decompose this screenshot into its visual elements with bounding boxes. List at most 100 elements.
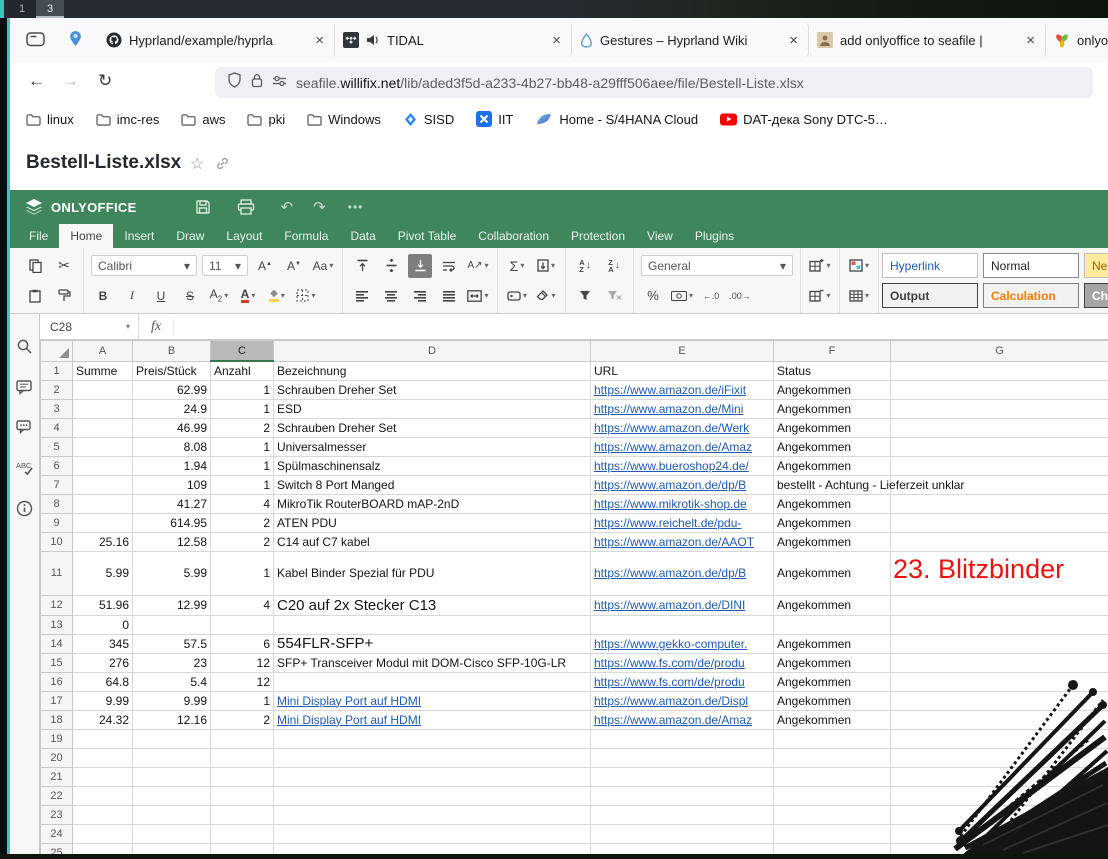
cell-B18[interactable]: 12.16 <box>133 710 211 729</box>
col-header-E[interactable]: E <box>591 341 774 362</box>
row-header-1[interactable]: 1 <box>41 361 73 380</box>
col-header-C[interactable]: C <box>211 341 274 362</box>
cell-C9[interactable]: 2 <box>211 513 274 532</box>
filter-button[interactable] <box>573 284 597 308</box>
cell-B14[interactable]: 57.5 <box>133 634 211 653</box>
cell-D21[interactable] <box>274 767 591 786</box>
font-color-button[interactable]: A▾ <box>236 284 260 308</box>
strikethrough-button[interactable]: S <box>178 284 202 308</box>
cell-B21[interactable] <box>133 767 211 786</box>
row-header-12[interactable]: 12 <box>41 595 73 615</box>
firefox-view-icon[interactable] <box>26 31 45 52</box>
row-header-5[interactable]: 5 <box>41 437 73 456</box>
row-header-9[interactable]: 9 <box>41 513 73 532</box>
paste-button[interactable] <box>23 284 47 308</box>
cell-E17[interactable]: https://www.amazon.de/Displ <box>591 691 774 710</box>
row-header-16[interactable]: 16 <box>41 672 73 691</box>
cell-D18[interactable]: Mini Display Port auf HDMI <box>274 710 591 729</box>
cell-C5[interactable]: 1 <box>211 437 274 456</box>
tab-insert[interactable]: Insert <box>113 224 165 248</box>
row-header-19[interactable]: 19 <box>41 729 73 748</box>
cell-E20[interactable] <box>591 748 774 767</box>
tab-pivot-table[interactable]: Pivot Table <box>387 224 467 248</box>
cell-B9[interactable]: 614.95 <box>133 513 211 532</box>
tab-home[interactable]: Home <box>59 224 113 248</box>
cell-B1[interactable]: Preis/Stück <box>133 361 211 380</box>
row-header-15[interactable]: 15 <box>41 653 73 672</box>
cell-A3[interactable] <box>73 399 133 418</box>
cell-F6[interactable]: Angekommen <box>774 456 891 475</box>
cell-D19[interactable] <box>274 729 591 748</box>
cell-C12[interactable]: 4 <box>211 595 274 615</box>
print-icon[interactable] <box>237 199 255 215</box>
cell-F19[interactable] <box>774 729 891 748</box>
cell-D15[interactable]: SFP+ Transceiver Modul mit DOM-Cisco SFP… <box>274 653 591 672</box>
cell-A24[interactable] <box>73 824 133 843</box>
bookmark-aws[interactable]: aws <box>181 112 225 127</box>
cell-D6[interactable]: Spülmaschinensalz <box>274 456 591 475</box>
cell-E1[interactable]: URL <box>591 361 774 380</box>
row-header-22[interactable]: 22 <box>41 786 73 805</box>
cell-C13[interactable] <box>211 615 274 634</box>
cell-E11[interactable]: https://www.amazon.de/dp/B <box>591 551 774 595</box>
cell-B16[interactable]: 5.4 <box>133 672 211 691</box>
cell-B13[interactable] <box>133 615 211 634</box>
tab-collaboration[interactable]: Collaboration <box>467 224 560 248</box>
cell-B5[interactable]: 8.08 <box>133 437 211 456</box>
percent-button[interactable]: % <box>641 284 665 308</box>
cell-A15[interactable]: 276 <box>73 653 133 672</box>
col-header-B[interactable]: B <box>133 341 211 362</box>
cell-E4[interactable]: https://www.amazon.de/Werk <box>591 418 774 437</box>
cell-D14[interactable]: 554FLR-SFP+ <box>274 634 591 653</box>
cell-F3[interactable]: Angekommen <box>774 399 891 418</box>
cell-E16[interactable]: https://www.fs.com/de/produ <box>591 672 774 691</box>
cell-A21[interactable] <box>73 767 133 786</box>
cell-G8[interactable] <box>891 494 1108 513</box>
cell-style-check[interactable]: Check Cell <box>1084 283 1108 308</box>
cell-D16[interactable] <box>274 672 591 691</box>
cell-E7[interactable]: https://www.amazon.de/dp/B <box>591 475 774 494</box>
cell-A5[interactable] <box>73 437 133 456</box>
tab-layout[interactable]: Layout <box>215 224 273 248</box>
font-decrease-button[interactable]: A▼ <box>282 254 306 278</box>
cell-D13[interactable] <box>274 615 591 634</box>
cell-B25[interactable] <box>133 843 211 854</box>
row-header-2[interactable]: 2 <box>41 380 73 399</box>
align-bottom-button[interactable] <box>408 254 432 278</box>
cell-F21[interactable] <box>774 767 891 786</box>
cell-D24[interactable] <box>274 824 591 843</box>
reload-icon[interactable]: ↻ <box>98 71 112 91</box>
bookmark-sisd[interactable]: SISD <box>403 112 454 127</box>
lock-icon[interactable] <box>251 73 263 93</box>
tab-view[interactable]: View <box>636 224 684 248</box>
cell-D11[interactable]: Kabel Binder Spezial für PDU <box>274 551 591 595</box>
cell-B7[interactable]: 109 <box>133 475 211 494</box>
cell-G9[interactable] <box>891 513 1108 532</box>
cell-G6[interactable] <box>891 456 1108 475</box>
cell-C10[interactable]: 2 <box>211 532 274 551</box>
cell-F12[interactable]: Angekommen <box>774 595 891 615</box>
cell-F16[interactable]: Angekommen <box>774 672 891 691</box>
star-icon[interactable]: ☆ <box>190 154 204 174</box>
font-name-select[interactable]: Calibri▾ <box>91 255 197 276</box>
font-increase-button[interactable]: A▲ <box>253 254 277 278</box>
cell-B22[interactable] <box>133 786 211 805</box>
browser-tab-2[interactable]: TIDAL× <box>335 23 572 57</box>
increase-decimal-button[interactable]: .00→ <box>728 284 752 308</box>
cell-style-hyperlink[interactable]: Hyperlink <box>882 253 978 278</box>
cell-B11[interactable]: 5.99 <box>133 551 211 595</box>
cell-F5[interactable]: Angekommen <box>774 437 891 456</box>
tab-data[interactable]: Data <box>339 224 386 248</box>
cell-C16[interactable]: 12 <box>211 672 274 691</box>
row-header-7[interactable]: 7 <box>41 475 73 494</box>
tab-file[interactable]: File <box>18 224 59 248</box>
cell-style-calculation[interactable]: Calculation <box>983 283 1079 308</box>
workspace-tab-1[interactable]: 1 <box>8 0 36 18</box>
cut-button[interactable]: ✂ <box>52 254 76 278</box>
cell-A2[interactable] <box>73 380 133 399</box>
tab-draw[interactable]: Draw <box>165 224 215 248</box>
cell-D3[interactable]: ESD <box>274 399 591 418</box>
cell-E6[interactable]: https://www.bueroshop24.de/ <box>591 456 774 475</box>
cell-G3[interactable] <box>891 399 1108 418</box>
cell-G13[interactable] <box>891 615 1108 634</box>
